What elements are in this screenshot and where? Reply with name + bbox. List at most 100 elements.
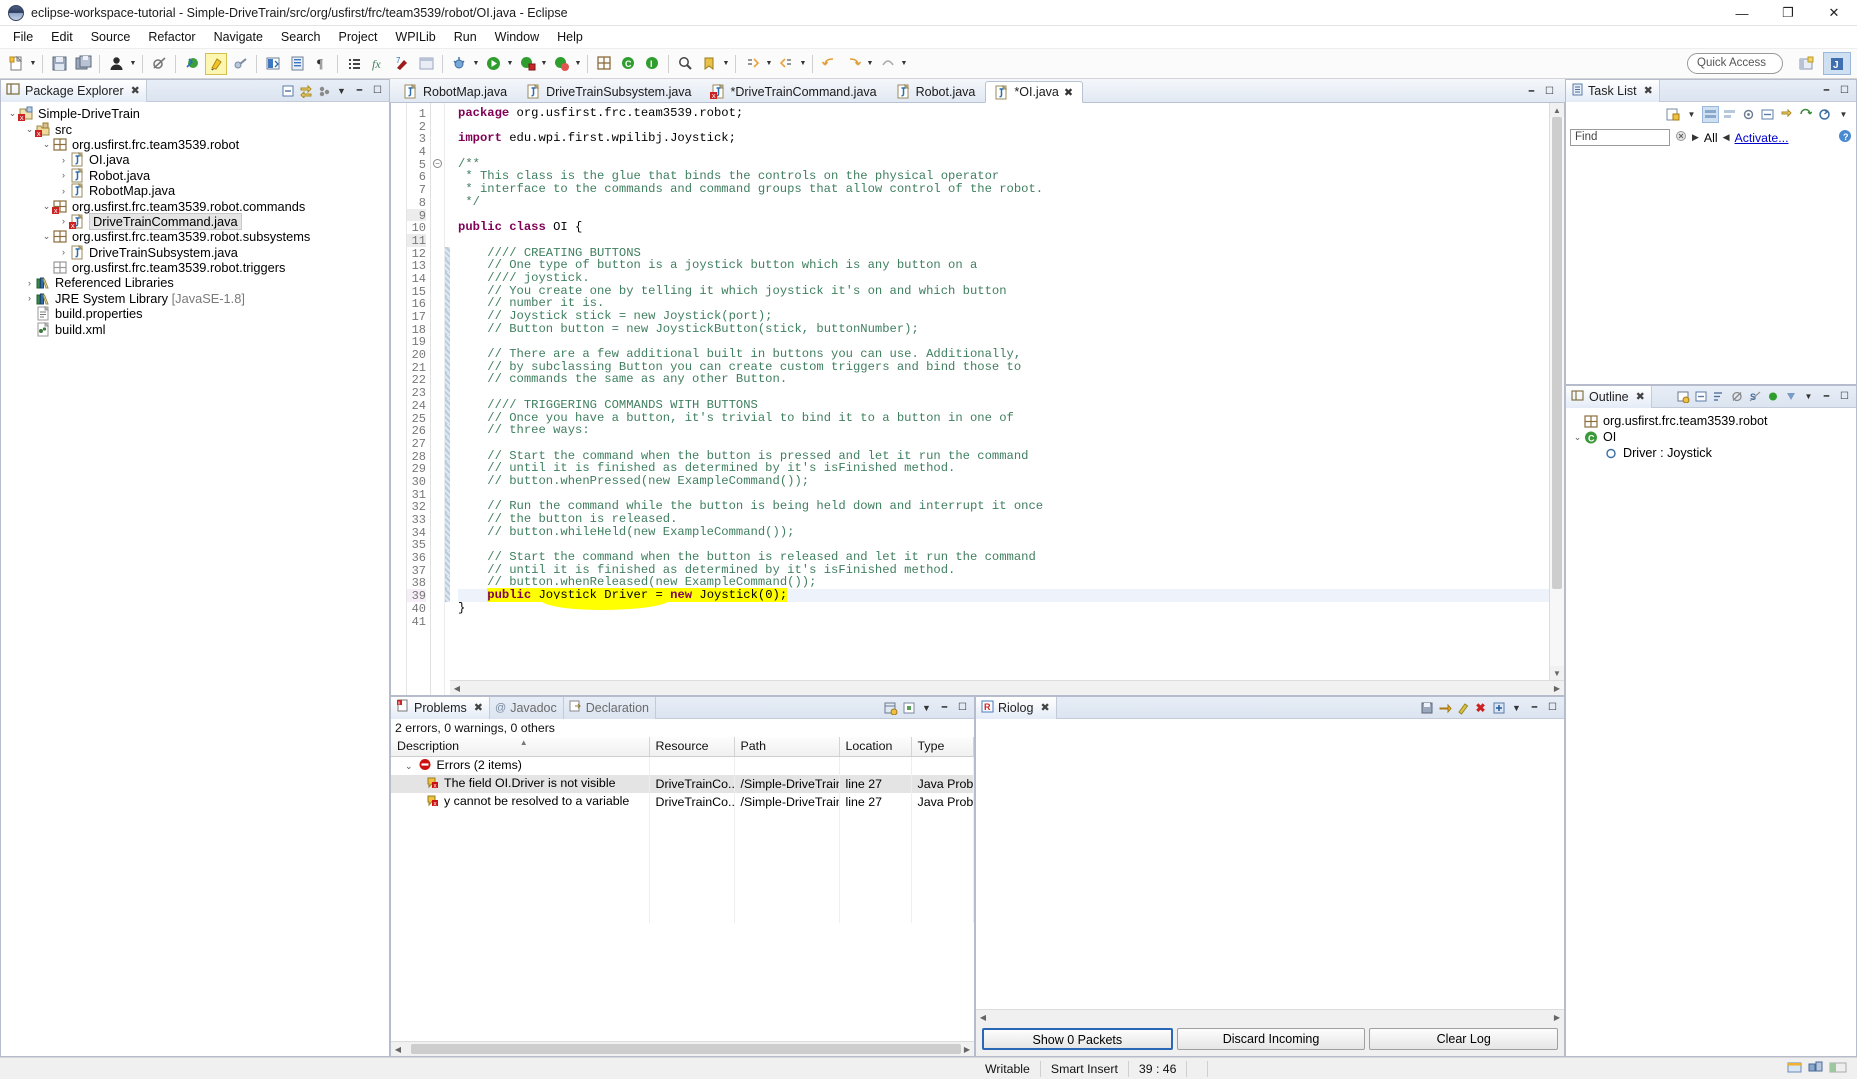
clear-log-button[interactable]: Clear Log	[1369, 1028, 1558, 1050]
save-all-icon[interactable]	[72, 53, 94, 75]
new-task-icon[interactable]	[1664, 106, 1681, 123]
new-task-dropdown-icon[interactable]: ▼	[1683, 106, 1700, 123]
code-line[interactable]: // three ways:	[458, 424, 1549, 437]
column-resource[interactable]: Resource	[649, 737, 734, 756]
problems-table-row[interactable]: ⌄Errors (2 items)	[391, 756, 974, 775]
twisty-expanded-icon[interactable]: ⌄	[41, 201, 52, 212]
twisty-collapsed-icon[interactable]: ›	[58, 216, 69, 226]
maximize-riolog-icon[interactable]: ☐	[1544, 699, 1561, 716]
code-line[interactable]: // You create one by telling it which jo…	[458, 285, 1549, 298]
minimize-outline-icon[interactable]: ━	[1818, 388, 1835, 405]
scroll-right-icon[interactable]: ▶	[1550, 681, 1564, 695]
tree-item-drivetrainsubsystem-java[interactable]: ›DriveTrainSubsystem.java	[1, 245, 389, 260]
close-icon[interactable]: ✖	[131, 84, 140, 97]
tree-item-src[interactable]: ⌄xsrc	[1, 121, 389, 136]
tree-item-referenced-libraries[interactable]: ›Referenced Libraries	[1, 275, 389, 290]
twisty-collapsed-icon[interactable]: ›	[24, 278, 35, 288]
code-line[interactable]	[458, 145, 1549, 158]
outline-tree[interactable]: org.usfirst.frc.team3539.robot⌄COIDriver…	[1566, 408, 1856, 461]
refresh-icon[interactable]	[1816, 106, 1833, 123]
discard-incoming-button[interactable]: Discard Incoming	[1177, 1028, 1366, 1050]
profile-dropdown-icon[interactable]: ▼	[573, 60, 583, 67]
menu-navigate[interactable]: Navigate	[205, 28, 272, 46]
local-types-icon[interactable]	[1782, 388, 1799, 405]
view-menu-icon[interactable]	[315, 82, 332, 99]
editor-fold-column[interactable]: −	[431, 103, 445, 695]
tree-item-drivetraincommand-java[interactable]: ›xDriveTrainCommand.java	[1, 214, 389, 229]
editor-tab-robotmap-java[interactable]: RobotMap.java	[394, 80, 517, 102]
forward-dropdown-icon[interactable]: ▼	[865, 60, 875, 67]
open-task-icon[interactable]	[286, 53, 308, 75]
user-icon[interactable]	[105, 53, 127, 75]
search-icon[interactable]	[674, 53, 696, 75]
column-type[interactable]: Type	[911, 737, 974, 756]
public-filter-icon[interactable]	[1764, 388, 1781, 405]
pause-icon[interactable]	[1490, 699, 1507, 716]
show-packets-button[interactable]: Show 0 Packets	[982, 1028, 1173, 1050]
scheduled-icon[interactable]	[1721, 106, 1738, 123]
tree-item-org-usfirst-frc-team3539-robot-commands[interactable]: ⌄xorg.usfirst.frc.team3539.robot.command…	[1, 198, 389, 213]
riolog-menu-icon[interactable]: ▼	[1508, 699, 1525, 716]
debug-wrench-icon[interactable]: 7	[391, 53, 413, 75]
help-icon[interactable]: ?	[1838, 129, 1852, 146]
column-path[interactable]: Path	[734, 737, 839, 756]
menu-project[interactable]: Project	[330, 28, 387, 46]
scroll-left-icon[interactable]: ◀	[391, 1042, 405, 1056]
twisty-expanded-icon[interactable]: ⌄	[41, 139, 52, 150]
twisty-expanded-icon[interactable]: ⌄	[41, 231, 52, 242]
menu-source[interactable]: Source	[82, 28, 140, 46]
code-line[interactable]	[458, 209, 1549, 222]
debug-dropdown-icon[interactable]: ▼	[471, 60, 481, 67]
tree-item-robotmap-java[interactable]: ›RobotMap.java	[1, 183, 389, 198]
code-line[interactable]: // commands the same as any other Button…	[458, 373, 1549, 386]
prev-annotation-dropdown-icon[interactable]: ▼	[798, 60, 808, 67]
twisty-expanded-icon[interactable]: ⌄	[405, 761, 413, 771]
back-icon[interactable]	[818, 53, 840, 75]
menu-help[interactable]: Help	[548, 28, 592, 46]
minimize-tasklist-icon[interactable]: ━	[1818, 82, 1835, 99]
filter-prev-icon[interactable]: ◀	[1723, 132, 1730, 143]
twisty-expanded-icon[interactable]: ⌄	[1572, 432, 1583, 443]
close-icon[interactable]: ✖	[474, 701, 483, 714]
user-dropdown-icon[interactable]: ▼	[128, 60, 138, 67]
code-line[interactable]: package org.usfirst.frc.team3539.robot;	[458, 107, 1549, 120]
editor-tabs[interactable]: RobotMap.javaDriveTrainSubsystem.javax*D…	[394, 80, 1083, 102]
find-input[interactable]: Find	[1570, 129, 1670, 146]
riolog-output[interactable]	[976, 719, 1564, 1009]
tree-item-jre-system-library[interactable]: ›JRE System Library [JavaSE-1.8]	[1, 291, 389, 306]
minimize-editor-icon[interactable]: ━	[1523, 83, 1540, 100]
skip-breakpoints-icon[interactable]	[148, 53, 170, 75]
focus-task-icon[interactable]	[1740, 106, 1757, 123]
outline-menu-icon[interactable]: ▼	[1800, 388, 1817, 405]
external-tools-dropdown-icon[interactable]: ▼	[539, 60, 549, 67]
code-line[interactable]: // button.whileHeld(new ExampleCommand()…	[458, 526, 1549, 539]
tasklist-menu-icon[interactable]: ▼	[1835, 106, 1852, 123]
last-edit-dropdown-icon[interactable]: ▼	[899, 60, 909, 67]
last-edit-icon[interactable]	[876, 53, 898, 75]
maximize-editor-icon[interactable]: ☐	[1541, 83, 1558, 100]
focus-on-selection-icon[interactable]	[882, 699, 899, 716]
twisty-expanded-icon[interactable]: ⌄	[24, 124, 35, 135]
next-annotation-icon[interactable]	[741, 53, 763, 75]
function-icon[interactable]: fx	[367, 53, 389, 75]
filter-next-icon[interactable]: ▶	[1692, 132, 1699, 143]
editor-tab-robot-java[interactable]: Robot.java	[887, 80, 986, 102]
close-icon[interactable]: ✖	[1644, 84, 1653, 97]
sort-icon[interactable]	[1710, 388, 1727, 405]
editor-tab-oi-java[interactable]: *OI.java✖	[985, 81, 1083, 103]
tree-item-org-usfirst-frc-team3539-robot[interactable]: ⌄org.usfirst.frc.team3539.robot	[1, 137, 389, 152]
menu-run[interactable]: Run	[445, 28, 486, 46]
outline-item-org-usfirst-frc-team3539-robot[interactable]: org.usfirst.frc.team3539.robot	[1566, 413, 1856, 429]
close-icon[interactable]: ✖	[1636, 390, 1645, 403]
new-package-icon[interactable]	[593, 53, 615, 75]
tree-item-org-usfirst-frc-team3539-robot-subsystems[interactable]: ⌄org.usfirst.frc.team3539.robot.subsyste…	[1, 229, 389, 244]
scroll-track[interactable]	[1550, 117, 1564, 666]
menu-window[interactable]: Window	[486, 28, 548, 46]
code-line[interactable]: // button.whenPressed(new ExampleCommand…	[458, 475, 1549, 488]
menu-search[interactable]: Search	[272, 28, 330, 46]
tab-javadoc[interactable]: @ Javadoc	[490, 697, 564, 719]
menu-refactor[interactable]: Refactor	[139, 28, 204, 46]
annotation-dropdown-icon[interactable]: ▼	[721, 60, 731, 67]
problems-hscrollbar[interactable]: ◀ ▶	[391, 1041, 974, 1056]
editor-horizontal-scrollbar[interactable]: ◀ ▶	[450, 680, 1564, 695]
